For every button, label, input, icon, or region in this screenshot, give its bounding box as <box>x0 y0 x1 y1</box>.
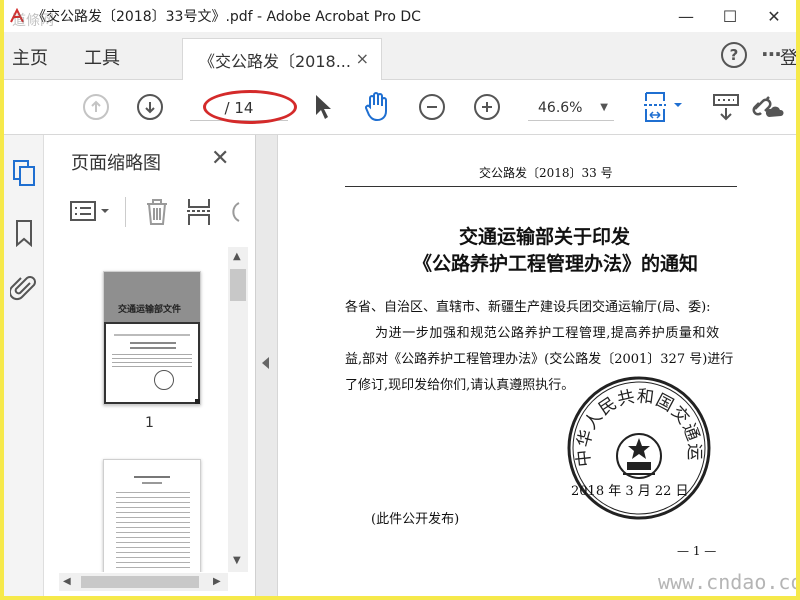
maximize-button[interactable]: ☐ <box>708 0 752 32</box>
chevron-left-icon[interactable]: ◀ <box>63 576 71 587</box>
watermark-top-left: 道條网 <box>12 13 54 29</box>
plus-icon <box>482 102 492 112</box>
document-rule <box>345 186 737 187</box>
close-tab-button[interactable]: × <box>356 49 369 68</box>
options-menu-icon[interactable] <box>69 199 117 225</box>
thumbnail-text-line <box>142 482 162 484</box>
document-date: 2018 年 3 月 22 日 <box>571 484 689 499</box>
toolbar: / 14 46.6% ▼ <box>4 81 796 135</box>
close-panel-button[interactable]: ✕ <box>211 146 229 171</box>
navigation-rail <box>4 135 44 596</box>
document-body-line-2: 益,部对《公路养护工程管理办法》(交公路发〔2001〕327 号)进行 <box>345 352 734 367</box>
thumbnail-list[interactable]: 交通运输部文件 1 <box>45 247 239 572</box>
help-icon[interactable]: ? <box>721 42 747 68</box>
application-window: 《交公路发〔2018〕33号文》.pdf - Adobe Acrobat Pro… <box>0 0 800 600</box>
arrow-up-icon <box>91 100 101 112</box>
chevron-up-icon[interactable]: ▲ <box>233 251 241 262</box>
thumbnail-corner-marker <box>195 399 200 404</box>
thumbnail-header-text: 交通运输部文件 <box>118 305 182 315</box>
minus-icon <box>427 106 437 108</box>
official-seal: 中华人民共和国交通运输部 <box>565 374 711 520</box>
page-thumbnail-1[interactable]: 交通运输部文件 <box>103 271 201 405</box>
window-title: 《交公路发〔2018〕33号文》.pdf - Adobe Acrobat Pro… <box>32 9 421 25</box>
panel-title: 页面缩略图 <box>71 153 161 174</box>
tab-home[interactable]: 主页 <box>12 44 48 70</box>
collapse-panel-icon[interactable] <box>262 357 269 369</box>
zoom-in-button[interactable] <box>474 94 500 120</box>
page-thumbnails-icon[interactable] <box>12 159 36 187</box>
toolbar-divider <box>125 197 126 227</box>
page-fit-icon[interactable] <box>642 91 688 125</box>
hand-tool-icon[interactable] <box>362 91 392 123</box>
document-addressee: 各省、自治区、直辖市、新疆生产建设兵团交通运输厅(局、委): <box>345 300 711 315</box>
rotate-page-icon[interactable] <box>225 197 241 227</box>
bookmark-icon[interactable] <box>14 219 34 247</box>
thumbnail-text-block <box>116 492 190 572</box>
zoom-out-button[interactable] <box>419 94 445 120</box>
chevron-down-icon: ▼ <box>600 102 608 113</box>
link-cloud-icon[interactable] <box>749 91 785 123</box>
minimize-button[interactable]: — <box>664 0 708 32</box>
sign-in-button[interactable]: 登 <box>780 44 796 70</box>
scrollbar-thumb[interactable] <box>81 576 199 588</box>
tab-bar: 主页 工具 《交公路发〔2018... × <box>4 32 796 80</box>
panel-splitter[interactable] <box>256 135 278 596</box>
thumbnail-vertical-scrollbar[interactable]: ▲ ▼ <box>228 247 248 572</box>
paperclip-icon[interactable] <box>10 273 38 303</box>
close-window-button[interactable]: ✕ <box>752 0 796 32</box>
select-cursor-icon[interactable] <box>313 93 333 121</box>
more-options-icon[interactable]: ··· <box>761 42 782 66</box>
watermark-bottom-right: www.cndao.com <box>658 570 800 594</box>
thumbnail-text-line <box>134 476 170 478</box>
document-page-number: — 1 — <box>677 544 717 558</box>
document-footer-note: (此件公开发布) <box>371 512 460 527</box>
document-tab-label: 《交公路发〔2018... <box>199 51 351 71</box>
page-thumbnail-2[interactable] <box>103 459 201 572</box>
thumbnail-seal <box>154 370 174 390</box>
thumbnail-horizontal-scrollbar[interactable]: ◀ ▶ <box>59 573 228 591</box>
tab-document[interactable]: 《交公路发〔2018... × <box>182 38 382 80</box>
scrollbar-thumb[interactable] <box>230 269 246 301</box>
thumbnail-text-block <box>112 354 192 368</box>
chevron-right-icon[interactable]: ▶ <box>213 576 221 587</box>
title-bar: 《交公路发〔2018〕33号文》.pdf - Adobe Acrobat Pro… <box>4 0 796 32</box>
thumbnail-text-line <box>130 347 176 349</box>
highlight-annotation <box>203 90 297 124</box>
thumbnail-page-label: 1 <box>145 415 154 431</box>
tab-tools[interactable]: 工具 <box>84 44 120 70</box>
thumbnail-text-line <box>130 342 176 344</box>
panel-toolbar <box>45 185 256 243</box>
zoom-level-select[interactable]: 46.6% ▼ <box>528 95 614 121</box>
document-body-line-1: 为进一步加强和规范公路养护工程管理,提高养护质量和效 <box>375 326 720 341</box>
thumbnail-text-line <box>114 334 190 336</box>
keyboard-arrow-icon[interactable] <box>712 93 740 123</box>
delete-page-icon[interactable] <box>143 197 171 227</box>
arrow-down-icon <box>145 102 155 114</box>
previous-page-button[interactable] <box>83 94 109 120</box>
document-number: 交公路发〔2018〕33 号 <box>479 166 613 180</box>
document-title-line-2: 《公路养护工程管理办法》的通知 <box>413 253 699 275</box>
insert-page-icon[interactable] <box>185 197 213 227</box>
thumbnail-panel: 页面缩略图 ✕ 交通运输部文件 1 ▲ ▼ ◀ ▶ <box>45 135 256 596</box>
zoom-level-value: 46.6% <box>538 100 583 116</box>
document-page[interactable]: 交公路发〔2018〕33 号 交通运输部关于印发 《公路养护工程管理办法》的通知… <box>279 136 796 596</box>
national-emblem-icon <box>616 433 662 479</box>
next-page-button[interactable] <box>137 94 163 120</box>
document-title-line-1: 交通运输部关于印发 <box>459 226 631 248</box>
document-body-line-3: 了修订,现印发给你们,请认真遵照执行。 <box>345 378 575 393</box>
chevron-down-icon[interactable]: ▼ <box>233 555 241 566</box>
